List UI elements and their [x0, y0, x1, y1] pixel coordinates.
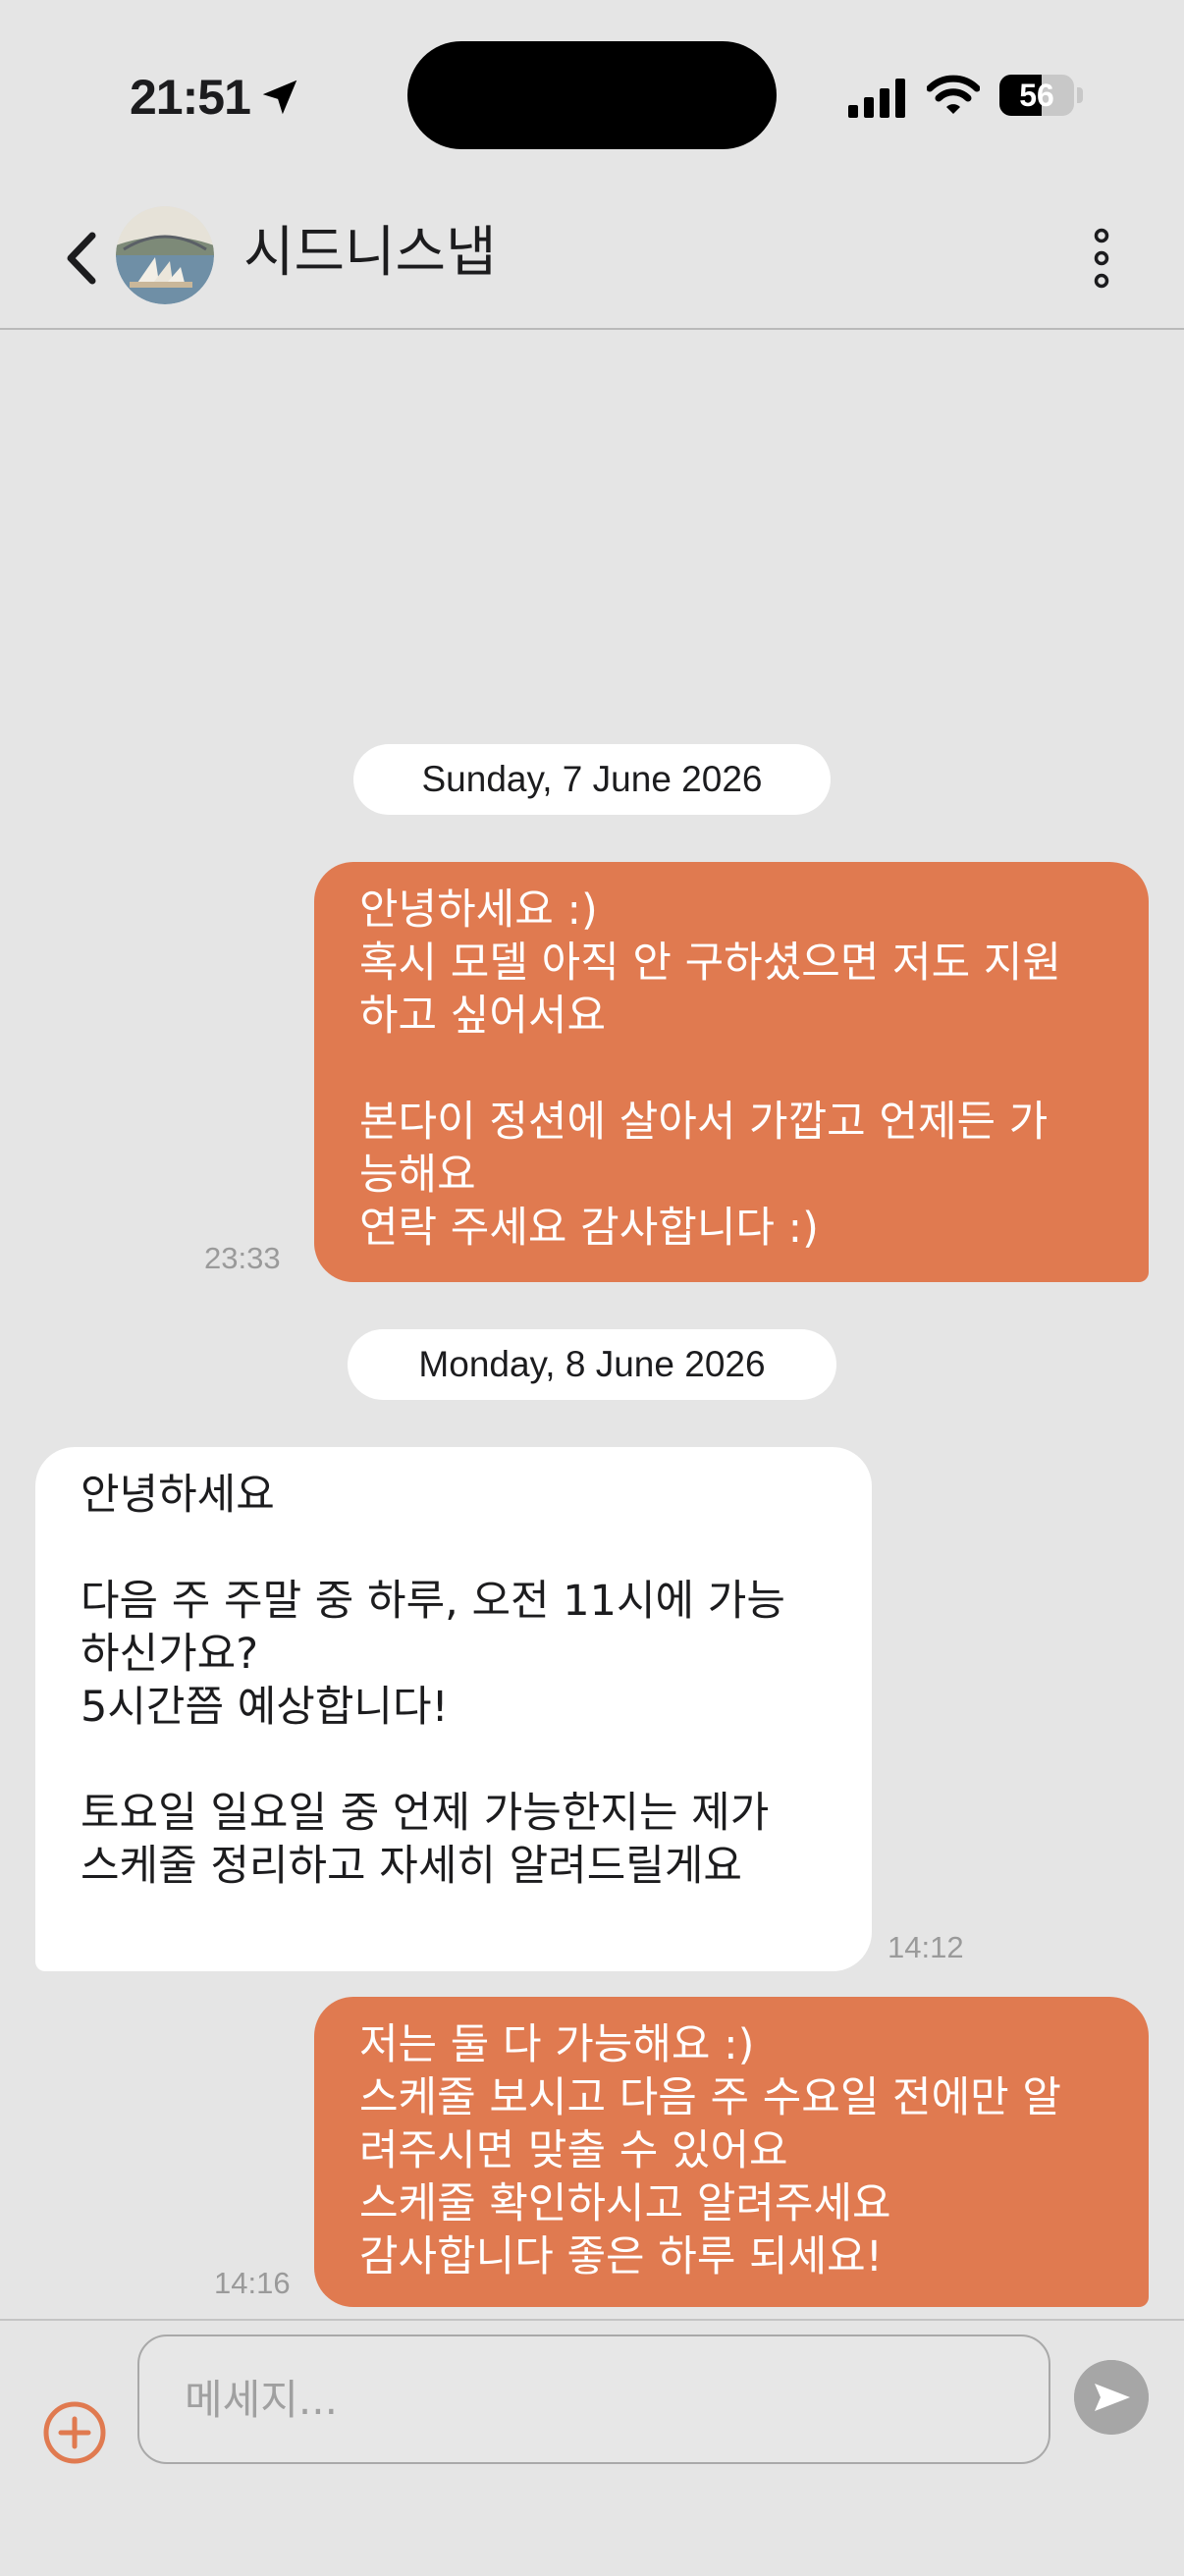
avatar[interactable] — [116, 206, 214, 304]
outgoing-message-bubble[interactable]: 안녕하세요 :) 혹시 모델 아직 안 구하셨으면 저도 지원 하고 싶어서요 … — [314, 862, 1149, 1282]
message-timestamp: 14:16 — [214, 2266, 291, 2300]
date-separator: Sunday, 7 June 2026 — [353, 744, 831, 815]
chevron-left-icon[interactable] — [57, 226, 112, 291]
send-arrow-icon[interactable] — [1074, 2360, 1149, 2435]
message-input[interactable] — [137, 2334, 1050, 2464]
dynamic-island — [407, 41, 777, 149]
vertical-ellipsis-icon[interactable] — [1080, 224, 1123, 293]
plus-circle-icon[interactable] — [41, 2399, 108, 2466]
battery-percent: 56 — [1019, 78, 1054, 113]
outgoing-message-bubble[interactable]: 저는 둘 다 가능해요 :) 스케줄 보시고 다음 주 수요일 전에만 알 려주… — [314, 1997, 1149, 2307]
message-composer — [0, 2319, 1184, 2576]
status-time: 21:51 — [130, 70, 251, 125]
incoming-message-bubble[interactable]: 안녕하세요 다음 주 주말 중 하루, 오전 11시에 가능 하신가요? 5시간… — [35, 1447, 872, 1971]
date-separator: Monday, 8 June 2026 — [348, 1329, 836, 1400]
signal-icon — [848, 79, 905, 118]
chat-title[interactable]: 시드니스냅 — [243, 214, 497, 293]
battery-icon: 56 — [999, 75, 1074, 116]
wifi-icon — [927, 75, 980, 114]
location-arrow-icon — [262, 80, 297, 115]
message-timestamp: 23:33 — [204, 1241, 281, 1275]
message-timestamp: 14:12 — [888, 1930, 964, 1964]
battery-cap — [1077, 87, 1083, 103]
chat-header: 시드니스냅 — [0, 196, 1184, 330]
